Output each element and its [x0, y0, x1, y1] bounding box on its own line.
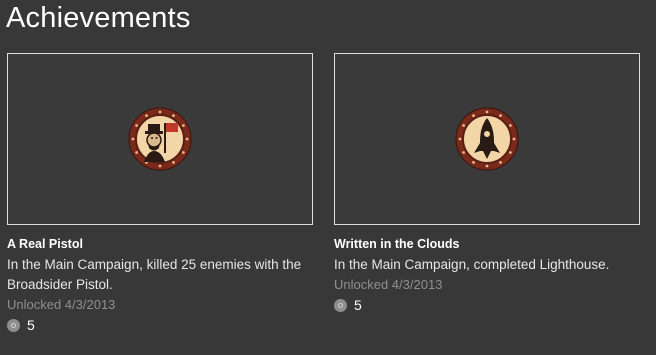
gamerscore-value: 5 [27, 317, 35, 333]
gamerscore: 5 [7, 317, 313, 333]
gamerscore-icon [7, 318, 20, 332]
portrait-with-flag-emblem-icon [128, 107, 192, 171]
rocket-emblem-icon [455, 107, 519, 171]
achievement-description: In the Main Campaign, killed 25 enemies … [7, 257, 302, 292]
unlocked-date: Unlocked 4/3/2013 [7, 297, 116, 312]
page-title: Achievements [6, 2, 191, 34]
achievement-tile[interactable] [334, 53, 640, 225]
achievement-card[interactable]: Written in the Clouds In the Main Campai… [334, 53, 640, 313]
achievement-name: A Real Pistol [7, 237, 83, 251]
gamerscore-value: 5 [354, 297, 362, 313]
achievement-card[interactable]: A Real Pistol In the Main Campaign, kill… [7, 53, 313, 333]
gamerscore-icon [334, 298, 347, 312]
achievement-tile[interactable] [7, 53, 313, 225]
achievement-description: In the Main Campaign, completed Lighthou… [334, 257, 610, 272]
gamerscore: 5 [334, 297, 640, 313]
achievement-name: Written in the Clouds [334, 237, 460, 251]
unlocked-date: Unlocked 4/3/2013 [334, 277, 443, 292]
